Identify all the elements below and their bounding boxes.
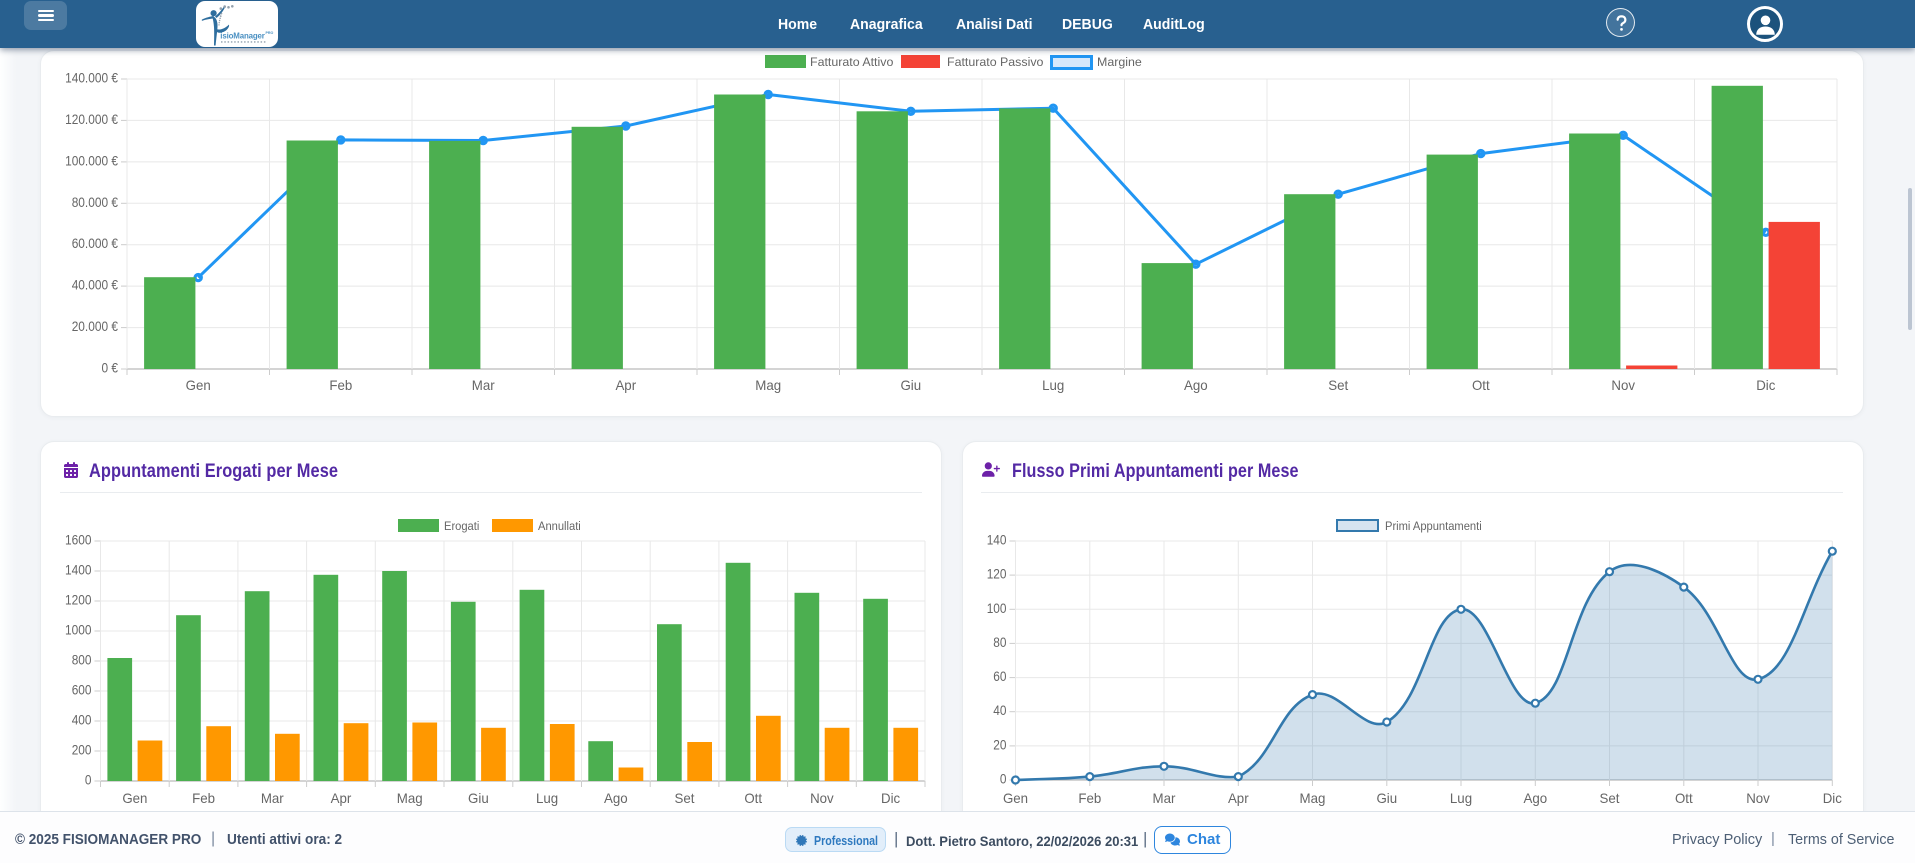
- svg-text:Ago: Ago: [604, 790, 628, 806]
- svg-text:60: 60: [993, 668, 1006, 684]
- svg-text:isioManager: isioManager: [220, 32, 264, 41]
- svg-text:Mar: Mar: [1153, 790, 1176, 806]
- svg-text:Mag: Mag: [755, 377, 781, 393]
- svg-text:Giu: Giu: [468, 790, 489, 806]
- svg-text:Feb: Feb: [1078, 790, 1101, 806]
- svg-text:Apr: Apr: [1228, 790, 1249, 806]
- svg-text:1600: 1600: [65, 532, 92, 548]
- svg-text:Ott: Ott: [744, 790, 762, 806]
- svg-text:140.000 €: 140.000 €: [65, 70, 118, 86]
- svg-text:Mar: Mar: [472, 377, 495, 393]
- svg-text:Nov: Nov: [1746, 790, 1770, 806]
- svg-text:Lug: Lug: [536, 790, 558, 806]
- svg-text:Lug: Lug: [1042, 377, 1064, 393]
- svg-text:80: 80: [993, 634, 1006, 650]
- svg-text:600: 600: [72, 682, 92, 698]
- svg-text:Dic: Dic: [1823, 790, 1842, 806]
- svg-text:Ago: Ago: [1523, 790, 1547, 806]
- svg-text:Dic: Dic: [881, 790, 900, 806]
- svg-text:100: 100: [987, 600, 1007, 616]
- svg-text:80.000 €: 80.000 €: [72, 194, 118, 210]
- svg-text:Gen: Gen: [186, 377, 211, 393]
- svg-text:Set: Set: [1600, 790, 1620, 806]
- svg-text:Ott: Ott: [1472, 377, 1490, 393]
- svg-text:0: 0: [85, 772, 92, 788]
- svg-text:Giu: Giu: [1376, 790, 1397, 806]
- svg-text:Ott: Ott: [1675, 790, 1693, 806]
- svg-text:800: 800: [72, 652, 92, 668]
- svg-text:40.000 €: 40.000 €: [72, 277, 118, 293]
- svg-text:120.000 €: 120.000 €: [65, 111, 118, 127]
- svg-text:Apr: Apr: [615, 377, 636, 393]
- svg-text:1000: 1000: [65, 622, 92, 638]
- svg-text:Dic: Dic: [1756, 377, 1775, 393]
- svg-text:140: 140: [987, 532, 1007, 548]
- svg-text:Apr: Apr: [331, 790, 352, 806]
- svg-text:120: 120: [987, 566, 1007, 582]
- svg-text:Set: Set: [1328, 377, 1348, 393]
- svg-text:Set: Set: [675, 790, 695, 806]
- svg-text:1200: 1200: [65, 592, 92, 608]
- svg-text:20: 20: [993, 736, 1006, 752]
- svg-text:Mag: Mag: [397, 790, 423, 806]
- svg-text:0: 0: [1000, 771, 1007, 787]
- svg-text:Lug: Lug: [1450, 790, 1472, 806]
- svg-text:Gen: Gen: [1003, 790, 1028, 806]
- svg-text:20.000 €: 20.000 €: [72, 318, 118, 334]
- svg-text:1400: 1400: [65, 562, 92, 578]
- svg-text:Ago: Ago: [1184, 377, 1208, 393]
- svg-text:Nov: Nov: [810, 790, 834, 806]
- svg-text:PRO: PRO: [266, 31, 274, 35]
- svg-text:400: 400: [72, 712, 92, 728]
- svg-text:100.000 €: 100.000 €: [65, 152, 118, 168]
- svg-text:Feb: Feb: [192, 790, 215, 806]
- svg-text:Nov: Nov: [1611, 377, 1635, 393]
- svg-text:Gen: Gen: [122, 790, 147, 806]
- svg-text:Mag: Mag: [1300, 790, 1326, 806]
- svg-text:Feb: Feb: [329, 377, 352, 393]
- svg-text:0 €: 0 €: [102, 360, 119, 376]
- svg-text:40: 40: [993, 702, 1006, 718]
- svg-text:Mar: Mar: [261, 790, 284, 806]
- svg-text:200: 200: [72, 742, 92, 758]
- svg-text:60.000 €: 60.000 €: [72, 235, 118, 251]
- svg-text:Giu: Giu: [900, 377, 921, 393]
